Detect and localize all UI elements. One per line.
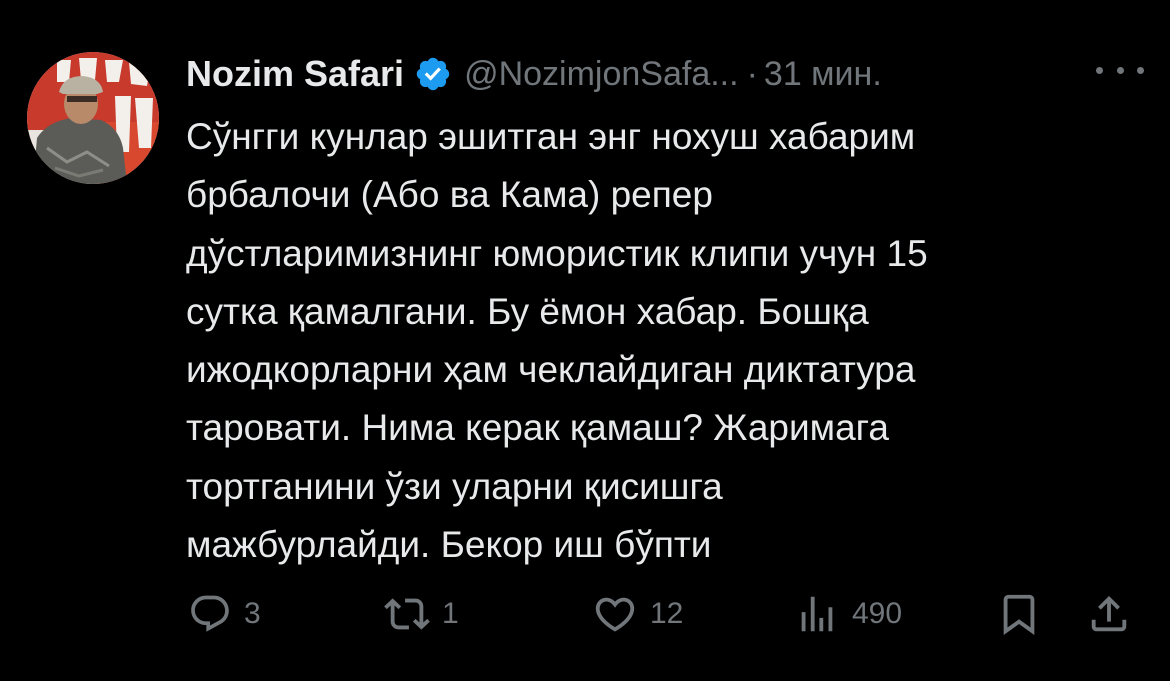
tweet-header: Nozim Safari @NozimjonSafa... · 31 мин.: [186, 50, 1146, 98]
heart-icon: [595, 597, 635, 632]
tweet-text-line: ижодкорларни ҳам чеклайдиган диктатура: [186, 349, 916, 391]
tweet[interactable]: Nozim Safari @NozimjonSafa... · 31 мин. …: [0, 0, 1170, 681]
tweet-text-line: тортганини ўзи уларни қисишга: [186, 465, 723, 507]
tweet-text: Сўнгги кунлар эшитган энг нохуш хабарим …: [186, 108, 1146, 574]
reply-button[interactable]: 3: [188, 590, 261, 638]
views-icon: [801, 596, 833, 632]
tweet-text-line: дўстларимизнинг юмористик клипи учун 15: [186, 232, 928, 274]
retweet-count: 1: [442, 597, 459, 630]
reply-icon: [191, 595, 229, 632]
tweet-text-line: мажбурлайди. Бекор иш бўпти: [186, 524, 712, 566]
reply-count: 3: [244, 597, 261, 630]
views-count: 490: [852, 597, 903, 630]
retweet-icon: [384, 598, 430, 630]
tweet-text-line: брбалочи (Або ва Кама) репер: [186, 174, 713, 216]
like-count: 12: [650, 597, 684, 630]
header-separator: ·: [746, 54, 758, 93]
tweet-text-line: сутка қамалгани. Бу ёмон хабар. Бошқа: [186, 290, 869, 332]
views-button[interactable]: 490: [794, 590, 902, 638]
bookmark-button[interactable]: [996, 590, 1042, 638]
share-button[interactable]: [1086, 590, 1132, 638]
tweet-text-line: Сўнгги кунлар эшитган энг нохуш хабарим: [186, 116, 916, 157]
like-button[interactable]: 12: [592, 590, 683, 638]
ellipsis-icon: [1096, 66, 1103, 74]
avatar[interactable]: [27, 52, 159, 184]
avatar-photo: [27, 52, 159, 184]
more-options-button[interactable]: [1096, 54, 1144, 86]
verified-badge-icon: [414, 55, 452, 93]
tweet-timestamp[interactable]: 31 мин.: [764, 55, 882, 94]
share-icon: [1091, 595, 1127, 632]
author-handle[interactable]: @NozimjonSafa...: [464, 55, 739, 94]
action-bar: 3 1 12 490: [0, 590, 1170, 638]
retweet-button[interactable]: 1: [384, 590, 459, 638]
author-name[interactable]: Nozim Safari: [186, 53, 404, 95]
tweet-text-line: таровати. Нима керак қамаш? Жаримага: [186, 407, 889, 449]
bookmark-icon: [1003, 594, 1035, 635]
